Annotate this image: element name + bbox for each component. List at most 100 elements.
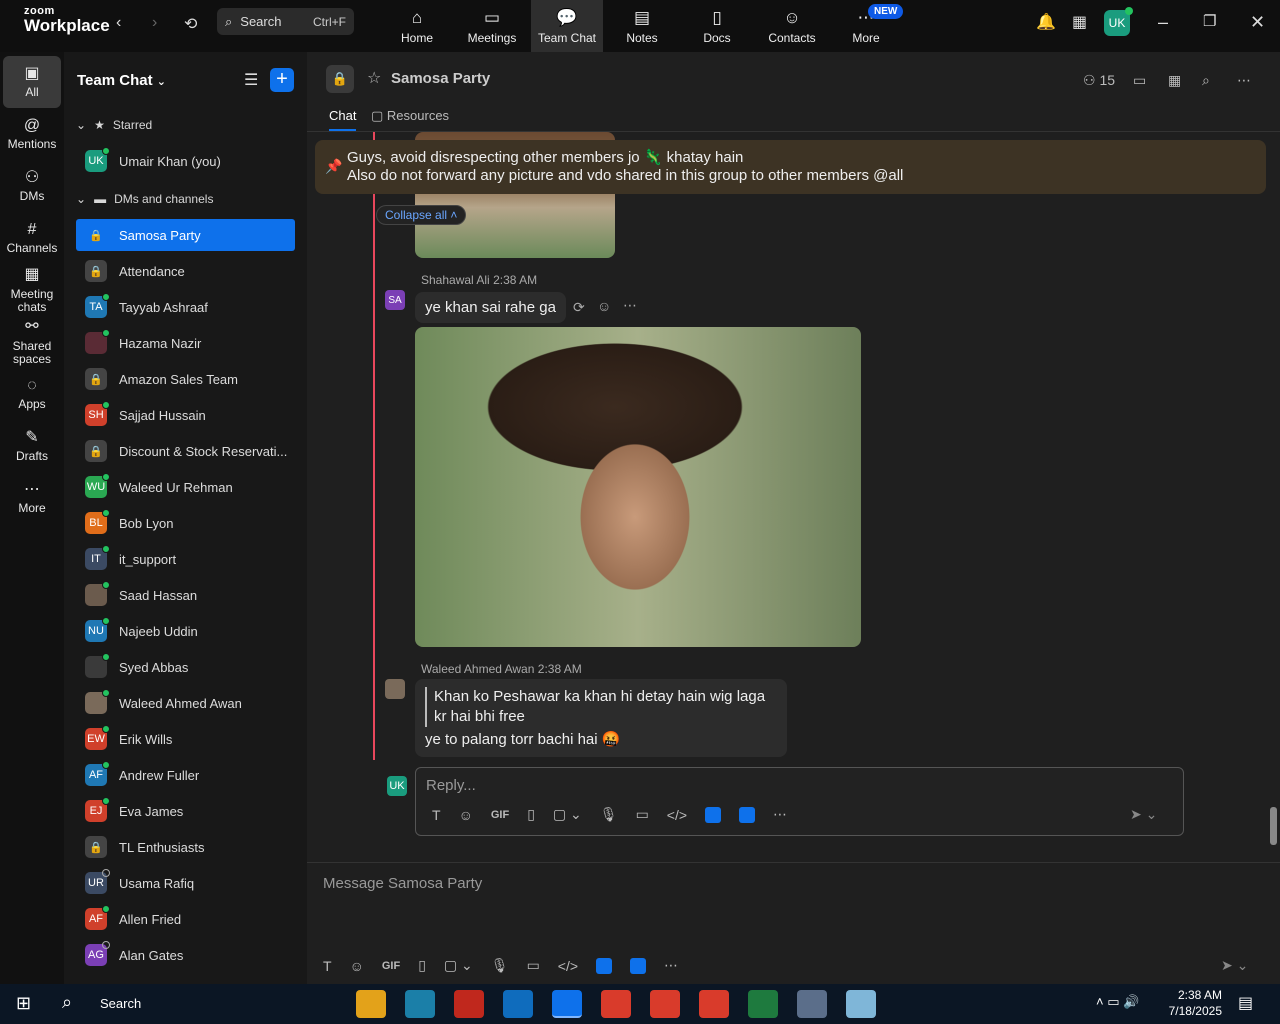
sidebar-item[interactable]: BL Bob Lyon bbox=[76, 507, 295, 539]
new-chat-button[interactable]: + bbox=[270, 68, 294, 92]
user-avatar[interactable]: UK bbox=[1104, 7, 1133, 36]
channel-title[interactable]: Samosa Party bbox=[391, 70, 490, 87]
sidebar-item[interactable]: AF Allen Fried bbox=[76, 903, 295, 935]
rail-item-meeting-chats[interactable]: ▦ Meeting chats bbox=[3, 264, 61, 316]
sidebar-item[interactable]: SH Sajjad Hussain bbox=[76, 399, 295, 431]
outlook-icon[interactable] bbox=[503, 990, 533, 1018]
sidebar-item[interactable]: UK Umair Khan (you) bbox=[76, 145, 295, 177]
filezilla-icon[interactable] bbox=[454, 990, 484, 1018]
tab-resources[interactable]: ▢ Resources bbox=[371, 108, 449, 124]
calendar-icon[interactable]: ▦ bbox=[1072, 12, 1087, 32]
sidebar-item[interactable]: 🔒 Discount & Stock Reservati... bbox=[76, 435, 295, 467]
app-icon[interactable] bbox=[705, 806, 722, 823]
back-arrow-icon[interactable]: ‹ bbox=[116, 14, 121, 32]
sidebar-item[interactable]: 🔒 TL Enthusiasts bbox=[76, 831, 295, 863]
sidebar-item[interactable]: EJ Eva James bbox=[76, 795, 295, 827]
more-icon[interactable]: ⋯ bbox=[773, 806, 787, 823]
top-tab-docs[interactable]: ▯ Docs bbox=[681, 0, 753, 52]
video-icon[interactable]: ▭ bbox=[527, 957, 540, 974]
sidebar-item[interactable]: Waleed Ahmed Awan bbox=[76, 687, 295, 719]
excel-icon[interactable] bbox=[748, 990, 778, 1018]
pinned-message[interactable]: 📌 Guys, avoid disrespecting other member… bbox=[315, 140, 1266, 194]
forward-arrow-icon[interactable]: › bbox=[152, 14, 157, 32]
sidebar-item[interactable]: NU Najeeb Uddin bbox=[76, 615, 295, 647]
sidebar-item[interactable]: AF Andrew Fuller bbox=[76, 759, 295, 791]
sidebar-item[interactable]: Saad Hassan bbox=[76, 579, 295, 611]
rail-item-more[interactable]: ⋯ More bbox=[3, 472, 61, 524]
reply-icon[interactable]: ⟳ bbox=[573, 299, 585, 316]
gif-icon[interactable]: GIF bbox=[491, 809, 509, 821]
more-icon[interactable]: ⋯ bbox=[623, 297, 637, 314]
more-icon[interactable]: ⋯ bbox=[664, 957, 678, 974]
sidebar-item[interactable]: IT it_support bbox=[76, 543, 295, 575]
dms-section[interactable]: ⌄ ▬ DMs and channels bbox=[76, 192, 213, 206]
restore-icon[interactable]: ❐ bbox=[1203, 12, 1216, 30]
sidebar-item[interactable]: EW Erik Wills bbox=[76, 723, 295, 755]
gif-icon[interactable]: GIF bbox=[382, 960, 400, 972]
search-icon[interactable]: ⌕ bbox=[1202, 72, 1210, 89]
tab-chat[interactable]: Chat bbox=[329, 108, 357, 131]
minimize-icon[interactable]: – bbox=[1158, 12, 1168, 33]
emoji-icon[interactable]: ☺ bbox=[597, 298, 611, 314]
history-icon[interactable]: ⟲ bbox=[184, 14, 197, 34]
rail-item-drafts[interactable]: ✎ Drafts bbox=[3, 420, 61, 472]
tray-icons[interactable]: ˄ ▭ 🔊 bbox=[1096, 994, 1139, 1010]
top-tab-home[interactable]: ⌂ Home bbox=[381, 0, 453, 52]
top-tab-more[interactable]: ⋯ More NEW bbox=[830, 0, 904, 52]
code-icon[interactable]: </> bbox=[667, 807, 687, 823]
send-icon[interactable]: ➤ ⌄ bbox=[1221, 957, 1248, 974]
chrome-icon[interactable] bbox=[650, 990, 680, 1018]
send-icon[interactable]: ➤ ⌄ bbox=[1130, 806, 1157, 823]
rail-item-dms[interactable]: ⚇ DMs bbox=[3, 160, 61, 212]
taskbar-search[interactable]: Search bbox=[100, 996, 141, 1011]
rail-item-channels[interactable]: # Channels bbox=[3, 212, 61, 264]
notification-icon[interactable]: ▤ bbox=[1238, 993, 1253, 1013]
reply-box[interactable]: Reply... T ☺ GIF ▯ ▢ ⌄ 🎙 ▭ </> ⋯ ➤ ⌄ bbox=[415, 767, 1184, 836]
bell-icon[interactable]: 🔔 bbox=[1036, 12, 1056, 32]
sidebar-item[interactable]: WU Waleed Ur Rehman bbox=[76, 471, 295, 503]
more-icon[interactable]: ⋯ bbox=[1237, 72, 1251, 89]
collapse-all-button[interactable]: Collapse all ˄ bbox=[376, 205, 467, 225]
sidebar-item[interactable]: TA Tayyab Ashraaf bbox=[76, 291, 295, 323]
file-explorer-icon[interactable] bbox=[356, 990, 386, 1018]
mic-icon[interactable]: 🎙 bbox=[491, 957, 509, 974]
sidebar-title[interactable]: Team Chat ⌄ bbox=[77, 72, 166, 89]
top-tab-contacts[interactable]: ☺ Contacts bbox=[756, 0, 828, 52]
rail-item-mentions[interactable]: @ Mentions bbox=[3, 108, 61, 160]
rail-item-all[interactable]: ▣ All bbox=[3, 56, 61, 108]
members-icon[interactable]: ⚇ 15 bbox=[1083, 72, 1115, 89]
filter-icon[interactable]: ☰ bbox=[244, 70, 258, 90]
mic-icon[interactable]: 🎙 bbox=[600, 806, 618, 823]
message-input[interactable]: Message Samosa Party bbox=[323, 875, 482, 892]
emoji-icon[interactable]: ☺ bbox=[350, 958, 364, 974]
app-icon[interactable] bbox=[405, 990, 435, 1018]
sidebar-item[interactable]: 🔒 Samosa Party bbox=[76, 219, 295, 251]
calendar-icon[interactable]: ▦ bbox=[1168, 72, 1181, 89]
scrollbar[interactable] bbox=[1270, 807, 1277, 845]
top-tab-notes[interactable]: ▤ Notes bbox=[606, 0, 678, 52]
sidebar-item[interactable]: AG Alan Gates bbox=[76, 939, 295, 971]
rail-item-apps[interactable]: ◌ Apps bbox=[3, 368, 61, 420]
top-tab-meetings[interactable]: ▭ Meetings bbox=[456, 0, 528, 52]
sender-avatar[interactable]: SA bbox=[385, 290, 405, 310]
clock[interactable]: 2:38 AM 7/18/2025 bbox=[1168, 987, 1222, 1019]
emoji-icon[interactable]: ☺ bbox=[459, 807, 473, 823]
rail-item-shared-spaces[interactable]: ⚯ Shared spaces bbox=[3, 316, 61, 368]
screenshot-icon[interactable]: ▢ ⌄ bbox=[553, 806, 582, 823]
app-icon[interactable] bbox=[846, 990, 876, 1018]
sidebar-item[interactable]: 🔒 Attendance bbox=[76, 255, 295, 287]
star-outline-icon[interactable]: ☆ bbox=[367, 68, 381, 88]
screenshot-icon[interactable]: ▢ ⌄ bbox=[444, 957, 473, 974]
sidebar-item[interactable]: 🔒 Amazon Sales Team bbox=[76, 363, 295, 395]
calculator-icon[interactable] bbox=[797, 990, 827, 1018]
sender-avatar[interactable] bbox=[385, 679, 405, 699]
text-format-icon[interactable]: T bbox=[323, 958, 332, 974]
sidebar-item[interactable]: Hazama Nazir bbox=[76, 327, 295, 359]
search-icon[interactable]: ⌕ bbox=[62, 992, 72, 1013]
search-box[interactable]: ⌕ Search Ctrl+F bbox=[217, 8, 354, 35]
starred-section[interactable]: ⌄ ★ Starred bbox=[76, 118, 152, 132]
photo-image[interactable] bbox=[415, 327, 861, 647]
windows-start-icon[interactable]: ⊞ bbox=[16, 993, 31, 1014]
app-icon[interactable] bbox=[739, 806, 756, 823]
sidebar-item[interactable]: Syed Abbas bbox=[76, 651, 295, 683]
